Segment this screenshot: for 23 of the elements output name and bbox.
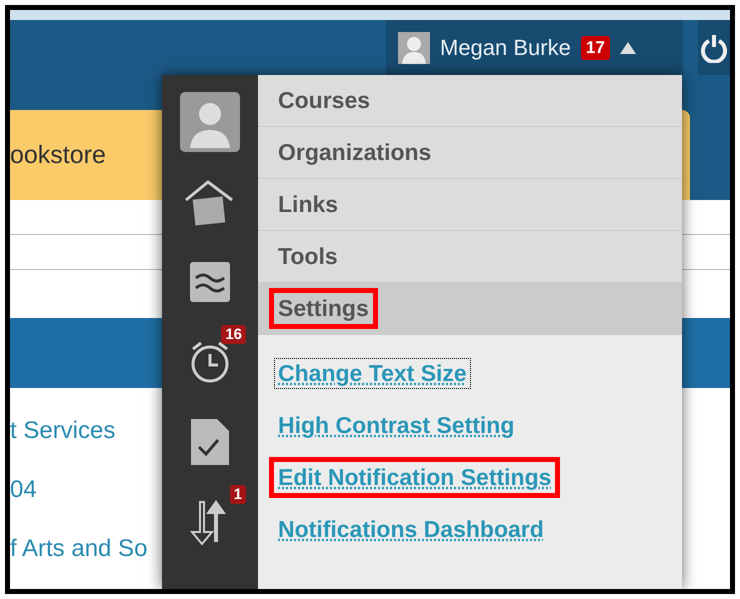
menu-item[interactable]: Courses	[258, 75, 682, 127]
menu-item[interactable]: Settings	[258, 283, 682, 335]
settings-link[interactable]: Notifications Dashboard	[269, 509, 553, 550]
menu-item-label: Tools	[277, 242, 339, 271]
menu-item-label: Courses	[277, 86, 372, 115]
menu-item[interactable]: Links	[258, 179, 682, 231]
settings-link[interactable]: High Contrast Setting	[269, 405, 524, 446]
menu-item-label: Links	[277, 190, 340, 219]
user-name[interactable]: Megan Burke	[440, 34, 571, 60]
count-badge: 16	[221, 325, 246, 344]
power-icon[interactable]	[701, 32, 727, 62]
notification-count: 17	[580, 36, 610, 60]
menu-item[interactable]: Tools	[258, 231, 682, 283]
menu-item[interactable]: Organizations	[258, 127, 682, 179]
wave-icon[interactable]	[190, 262, 230, 302]
avatar-icon	[398, 32, 430, 64]
document-check-icon[interactable]	[191, 419, 229, 465]
menu-item-label: Organizations	[277, 138, 432, 167]
settings-link[interactable]: Change Text Size	[269, 353, 476, 394]
settings-link[interactable]: Edit Notification Settings	[269, 457, 560, 498]
count-badge: 1	[230, 485, 246, 504]
menu-item-label: Settings	[269, 288, 378, 329]
caret-icon[interactable]	[620, 42, 636, 54]
